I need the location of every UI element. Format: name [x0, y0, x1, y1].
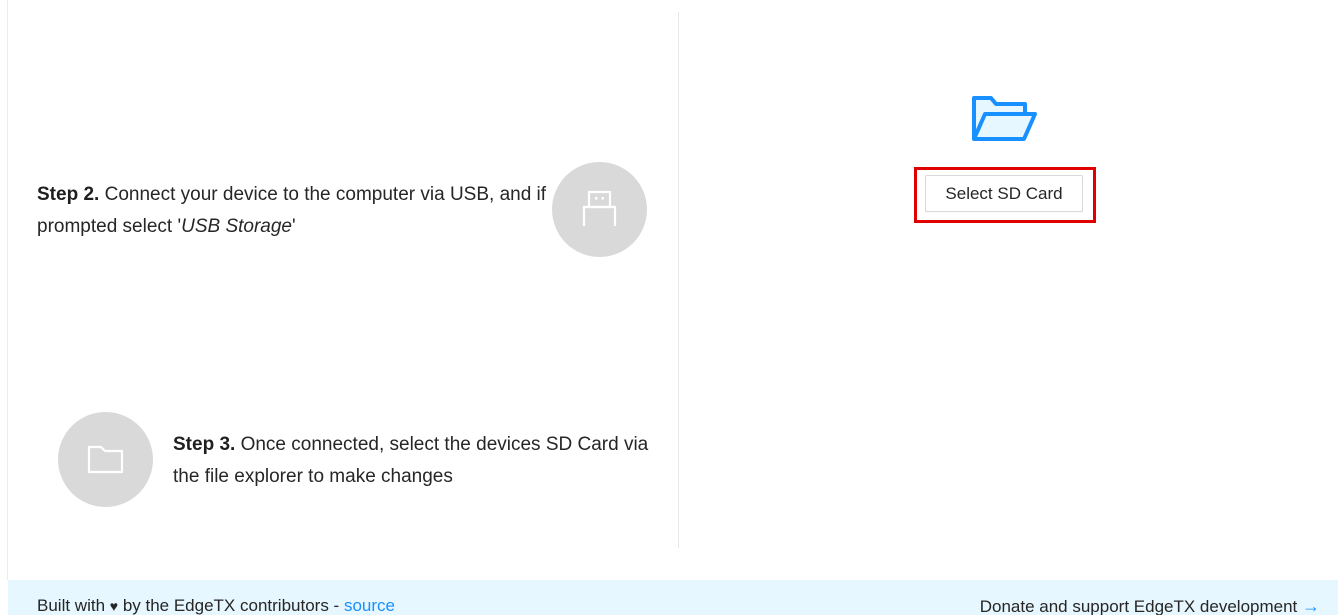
- footer-built-suffix: by the EdgeTX contributors -: [122, 596, 340, 615]
- source-link[interactable]: source: [344, 596, 395, 615]
- folder-open-icon: [972, 96, 1037, 141]
- step-3-heading: Step 3.: [173, 434, 236, 455]
- step-3-body: Once connected, select the devices SD Ca…: [173, 434, 649, 487]
- footer: Built with ♥ by the EdgeTX contributors …: [8, 580, 1338, 615]
- left-border: [7, 0, 8, 580]
- usb-icon-circle: [552, 162, 647, 257]
- step-2-text: Step 2. Connect your device to the compu…: [37, 179, 547, 243]
- donate-link-container[interactable]: Donate and support EdgeTX development →: [980, 596, 1320, 615]
- select-sd-card-button[interactable]: Select SD Card: [925, 175, 1083, 212]
- donate-link[interactable]: Donate and support EdgeTX development: [980, 597, 1298, 615]
- page: Step 2. Connect your device to the compu…: [0, 0, 1338, 615]
- folder-icon: [87, 445, 124, 474]
- folder-icon-circle: [58, 412, 153, 507]
- footer-credits: Built with ♥ by the EdgeTX contributors …: [37, 596, 395, 615]
- step-2-heading: Step 2.: [37, 184, 100, 205]
- step-2-closing-quote: ': [292, 216, 296, 237]
- usb-icon: [582, 190, 617, 226]
- arrow-right-icon: →: [1302, 596, 1320, 615]
- usb-storage-emphasis: USB Storage: [181, 216, 292, 237]
- step-3-text: Step 3. Once connected, select the devic…: [173, 429, 663, 493]
- footer-built-prefix: Built with: [37, 596, 106, 615]
- heart-icon: ♥: [109, 598, 119, 614]
- column-divider: [678, 12, 679, 548]
